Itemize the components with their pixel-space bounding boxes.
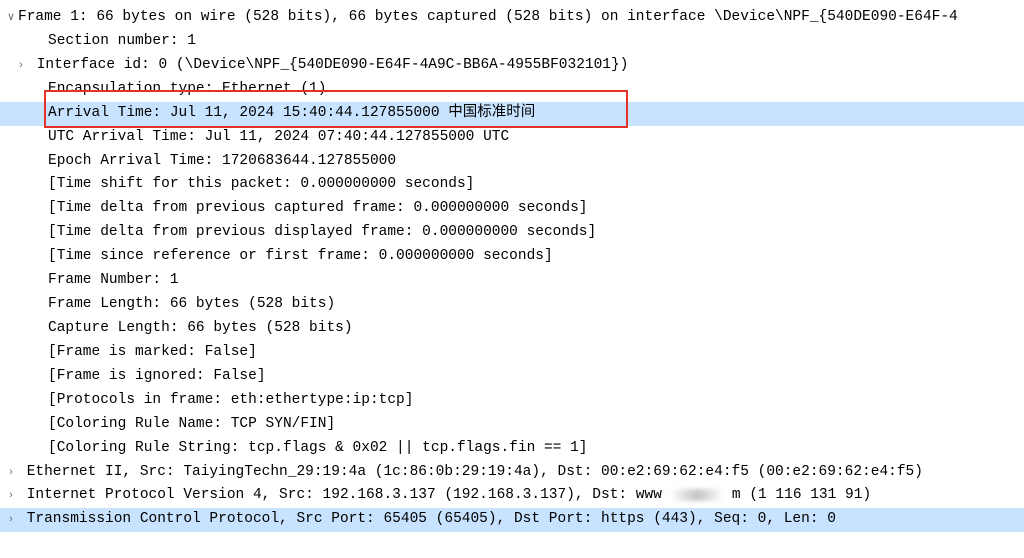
interface-id-row[interactable]: › Interface id: 0 (\Device\NPF_{540DE090…: [0, 54, 1024, 78]
section-number-text: Section number: 1: [48, 33, 196, 49]
coloring-rule-string-row[interactable]: [Coloring Rule String: tcp.flags & 0x02 …: [0, 437, 1024, 461]
chevron-right-icon[interactable]: ›: [14, 56, 28, 74]
ip-row[interactable]: › Internet Protocol Version 4, Src: 192.…: [0, 484, 1024, 508]
time-shift-row[interactable]: [Time shift for this packet: 0.000000000…: [0, 173, 1024, 197]
frame-number-text: Frame Number: 1: [48, 272, 179, 288]
ethernet-text: Ethernet II, Src: TaiyingTechn_29:19:4a …: [27, 464, 923, 480]
interface-id-text: Interface id: 0 (\Device\NPF_{540DE090-E…: [37, 57, 629, 73]
tcp-text: Transmission Control Protocol, Src Port:…: [27, 511, 836, 527]
frame-summary-row[interactable]: ∨Frame 1: 66 bytes on wire (528 bits), 6…: [0, 6, 1024, 30]
frame-length-row[interactable]: Frame Length: 66 bytes (528 bits): [0, 293, 1024, 317]
epoch-arrival-time-text: Epoch Arrival Time: 1720683644.127855000: [48, 153, 396, 169]
capture-length-row[interactable]: Capture Length: 66 bytes (528 bits): [0, 317, 1024, 341]
arrival-time-text: Arrival Time: Jul 11, 2024 15:40:44.1278…: [48, 105, 535, 121]
coloring-rule-name-text: [Coloring Rule Name: TCP SYN/FIN]: [48, 416, 335, 432]
time-delta-displayed-text: [Time delta from previous displayed fram…: [48, 224, 596, 240]
coloring-rule-string-text: [Coloring Rule String: tcp.flags & 0x02 …: [48, 440, 588, 456]
protocols-text: [Protocols in frame: eth:ethertype:ip:tc…: [48, 392, 413, 408]
encapsulation-text: Encapsulation type: Ethernet (1): [48, 81, 326, 97]
coloring-rule-name-row[interactable]: [Coloring Rule Name: TCP SYN/FIN]: [0, 413, 1024, 437]
epoch-arrival-time-row[interactable]: Epoch Arrival Time: 1720683644.127855000: [0, 150, 1024, 174]
time-since-ref-text: [Time since reference or first frame: 0.…: [48, 248, 553, 264]
time-since-ref-row[interactable]: [Time since reference or first frame: 0.…: [0, 245, 1024, 269]
utc-arrival-time-row[interactable]: UTC Arrival Time: Jul 11, 2024 07:40:44.…: [0, 126, 1024, 150]
frame-length-text: Frame Length: 66 bytes (528 bits): [48, 296, 335, 312]
ethernet-row[interactable]: › Ethernet II, Src: TaiyingTechn_29:19:4…: [0, 461, 1024, 485]
frame-marked-text: [Frame is marked: False]: [48, 344, 257, 360]
frame-summary-text: Frame 1: 66 bytes on wire (528 bits), 66…: [18, 9, 958, 25]
chevron-right-icon[interactable]: ›: [4, 463, 18, 481]
utc-arrival-time-text: UTC Arrival Time: Jul 11, 2024 07:40:44.…: [48, 129, 509, 145]
arrival-time-row[interactable]: Arrival Time: Jul 11, 2024 15:40:44.1278…: [0, 102, 1024, 126]
redacted-host: [662, 489, 732, 501]
section-number-row[interactable]: Section number: 1: [0, 30, 1024, 54]
frame-ignored-row[interactable]: [Frame is ignored: False]: [0, 365, 1024, 389]
chevron-right-icon[interactable]: ›: [4, 510, 18, 528]
chevron-down-icon[interactable]: ∨: [4, 8, 18, 26]
time-shift-text: [Time shift for this packet: 0.000000000…: [48, 176, 474, 192]
packet-details-tree: ∨Frame 1: 66 bytes on wire (528 bits), 6…: [0, 0, 1024, 532]
frame-marked-row[interactable]: [Frame is marked: False]: [0, 341, 1024, 365]
time-delta-captured-text: [Time delta from previous captured frame…: [48, 200, 588, 216]
ip-text: Internet Protocol Version 4, Src: 192.16…: [27, 487, 871, 503]
chevron-right-icon[interactable]: ›: [4, 486, 18, 504]
protocols-row[interactable]: [Protocols in frame: eth:ethertype:ip:tc…: [0, 389, 1024, 413]
frame-number-row[interactable]: Frame Number: 1: [0, 269, 1024, 293]
encapsulation-row[interactable]: Encapsulation type: Ethernet (1): [0, 78, 1024, 102]
time-delta-captured-row[interactable]: [Time delta from previous captured frame…: [0, 197, 1024, 221]
tcp-row[interactable]: › Transmission Control Protocol, Src Por…: [0, 508, 1024, 532]
frame-ignored-text: [Frame is ignored: False]: [48, 368, 266, 384]
capture-length-text: Capture Length: 66 bytes (528 bits): [48, 320, 353, 336]
time-delta-displayed-row[interactable]: [Time delta from previous displayed fram…: [0, 221, 1024, 245]
